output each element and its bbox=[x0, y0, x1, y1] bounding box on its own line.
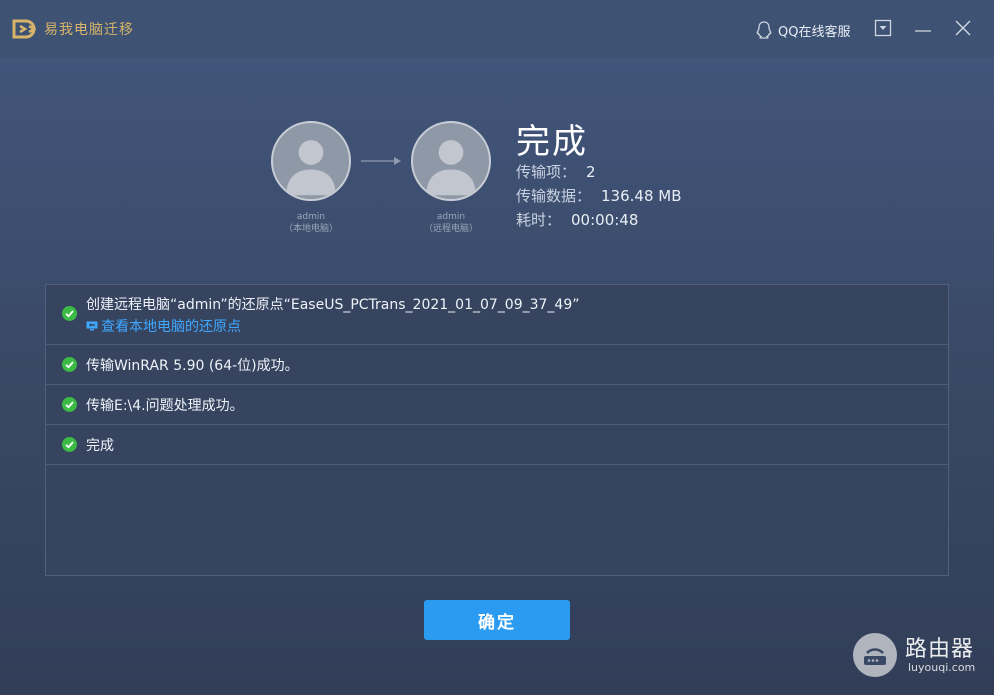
remote-device-name: admin bbox=[436, 212, 466, 222]
success-check-icon bbox=[62, 397, 77, 412]
success-check-icon bbox=[62, 437, 77, 452]
router-logo-icon bbox=[853, 633, 897, 677]
log-text: 传输WinRAR 5.90 (64-位)成功。 bbox=[86, 358, 299, 374]
remote-user-avatar bbox=[411, 121, 491, 201]
log-row: 完成 bbox=[46, 425, 948, 465]
local-device: admin （本地电脑） bbox=[269, 121, 353, 235]
log-row: 传输E:\4.问题处理成功。 bbox=[46, 385, 948, 425]
remote-device: admin （远程电脑） bbox=[409, 121, 493, 235]
local-device-role: （本地电脑） bbox=[283, 224, 338, 234]
watermark-url: luyouqi.com bbox=[908, 661, 976, 674]
qq-penguin-icon bbox=[756, 21, 772, 39]
user-silhouette-icon bbox=[286, 140, 336, 196]
stat-data-label: 传输数据： bbox=[516, 187, 592, 205]
main-area: admin （本地电脑） admin （远程电脑） 完成 传输项： 2 传输数据：… bbox=[0, 58, 994, 695]
minimize-button[interactable] bbox=[911, 16, 935, 40]
watermark: 路由器 luyouqi.com bbox=[853, 631, 983, 679]
log-row: 创建远程电脑“admin”的还原点“EaseUS_PCTrans_2021_01… bbox=[46, 285, 948, 345]
stat-time-value: 00:00:48 bbox=[571, 211, 639, 229]
confirm-button[interactable]: 确定 bbox=[424, 600, 570, 640]
view-restore-point-link[interactable]: 查看本地电脑的还原点 bbox=[86, 316, 241, 336]
app-logo-icon bbox=[12, 19, 37, 39]
stat-items-value: 2 bbox=[586, 163, 596, 181]
remote-device-role: （远程电脑） bbox=[423, 224, 478, 234]
success-check-icon bbox=[62, 357, 77, 372]
monitor-icon bbox=[86, 321, 98, 331]
close-icon bbox=[955, 20, 971, 36]
user-silhouette-icon bbox=[426, 140, 476, 196]
stat-transfer-items: 传输项： 2 bbox=[516, 161, 596, 182]
log-text: 创建远程电脑“admin”的还原点“EaseUS_PCTrans_2021_01… bbox=[86, 297, 580, 313]
minimize-icon bbox=[915, 30, 931, 32]
view-restore-point-label: 查看本地电脑的还原点 bbox=[101, 319, 241, 335]
stat-time-label: 耗时： bbox=[516, 211, 562, 229]
transfer-log: 创建远程电脑“admin”的还原点“EaseUS_PCTrans_2021_01… bbox=[45, 284, 949, 576]
menu-dropdown-button[interactable] bbox=[871, 16, 895, 40]
local-user-avatar bbox=[271, 121, 351, 201]
arrow-right-icon bbox=[361, 157, 401, 165]
local-device-name: admin bbox=[296, 212, 326, 222]
title-bar: 易我电脑迁移 QQ在线客服 bbox=[0, 0, 994, 58]
stat-items-label: 传输项： bbox=[516, 163, 577, 181]
qq-service-label: QQ在线客服 bbox=[778, 24, 851, 40]
log-row: 传输WinRAR 5.90 (64-位)成功。 bbox=[46, 345, 948, 385]
qq-service-button[interactable]: QQ在线客服 bbox=[754, 18, 850, 42]
log-text: 传输E:\4.问题处理成功。 bbox=[86, 398, 244, 414]
stat-transfer-data: 传输数据： 136.48 MB bbox=[516, 185, 682, 206]
result-title: 完成 bbox=[516, 122, 588, 162]
watermark-title: 路由器 bbox=[905, 637, 975, 662]
app-title: 易我电脑迁移 bbox=[44, 22, 134, 38]
stat-data-value: 136.48 MB bbox=[601, 187, 682, 205]
success-check-icon bbox=[62, 306, 77, 321]
close-button[interactable] bbox=[951, 16, 975, 40]
log-text: 完成 bbox=[86, 438, 114, 454]
dropdown-icon bbox=[874, 19, 892, 37]
stat-elapsed-time: 耗时： 00:00:48 bbox=[516, 209, 638, 230]
